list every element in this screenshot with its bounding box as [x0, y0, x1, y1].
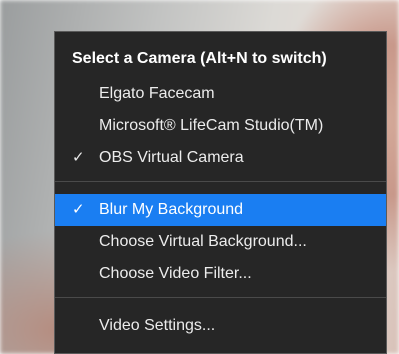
menu-item-label: Choose Virtual Background... — [99, 233, 307, 250]
menu-item-label: OBS Virtual Camera — [99, 149, 244, 166]
menu-item-microsoft-lifecam[interactable]: Microsoft® LifeCam Studio(TM) — [55, 110, 386, 142]
menu-separator — [55, 181, 386, 182]
menu-item-label: Microsoft® LifeCam Studio(TM) — [99, 117, 324, 134]
menu-item-obs-virtual-camera[interactable]: ✓ OBS Virtual Camera — [55, 142, 386, 174]
menu-item-label: Elgato Facecam — [99, 85, 215, 102]
menu-item-choose-video-filter[interactable]: Choose Video Filter... — [55, 258, 386, 290]
menu-item-choose-virtual-background[interactable]: Choose Virtual Background... — [55, 226, 386, 258]
menu-item-blur-my-background[interactable]: ✓ Blur My Background — [55, 194, 386, 226]
menu-item-label: Blur My Background — [99, 201, 244, 218]
menu-item-video-settings[interactable]: Video Settings... — [55, 310, 386, 342]
menu-item-elgato-facecam[interactable]: Elgato Facecam — [55, 78, 386, 110]
menu-header: Select a Camera (Alt+N to switch) — [72, 50, 327, 67]
camera-context-menu: Select a Camera (Alt+N to switch) Elgato… — [54, 31, 387, 354]
menu-separator — [55, 297, 386, 298]
checkmark-icon: ✓ — [72, 149, 85, 166]
menu-item-label: Video Settings... — [99, 317, 216, 334]
menu-item-label: Choose Video Filter... — [99, 265, 252, 282]
checkmark-icon: ✓ — [72, 201, 85, 218]
